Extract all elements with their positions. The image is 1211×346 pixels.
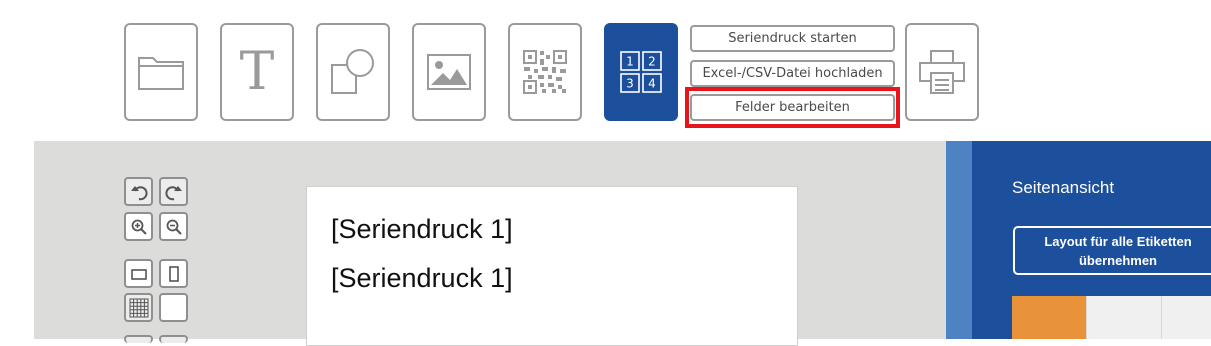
more-tools-button-2[interactable] [159, 335, 188, 343]
upload-csv-button[interactable]: Excel-/CSV-Datei hochladen [690, 60, 895, 87]
image-icon [427, 54, 471, 90]
label-cell[interactable] [1087, 296, 1162, 339]
label-cell[interactable] [1162, 296, 1211, 339]
text-T-icon: T [239, 42, 275, 102]
blank-icon [165, 299, 183, 317]
text-tool-button[interactable]: T [220, 23, 294, 121]
label-cell-selected[interactable] [1012, 296, 1087, 339]
apply-layout-label-line1: Layout für alle Etiketten [1044, 233, 1192, 249]
panel-divider [946, 141, 972, 339]
open-file-button[interactable] [124, 23, 198, 121]
shapes-icon [331, 49, 374, 94]
svg-text:1: 1 [626, 55, 634, 69]
undo-button[interactable] [124, 177, 153, 206]
apply-layout-label-line2: übernehmen [1078, 252, 1157, 268]
portrait-icon [168, 265, 179, 282]
start-serial-print-button[interactable]: Seriendruck starten [690, 25, 895, 52]
serial-field-1[interactable]: [Seriendruck 1] [331, 214, 513, 245]
folder-icon [138, 57, 184, 90]
grid-toggle-button[interactable] [124, 293, 153, 322]
workspace: [Seriendruck 1] [Seriendruck 1] [34, 141, 946, 346]
svg-text:2: 2 [648, 55, 656, 69]
zoom-in-icon [131, 219, 147, 235]
grid-icon [129, 298, 148, 317]
undo-icon [130, 185, 148, 200]
shapes-tool-button[interactable] [316, 23, 390, 121]
svg-text:3: 3 [626, 77, 634, 91]
zoom-in-button[interactable] [124, 212, 153, 241]
landscape-button[interactable] [124, 259, 153, 288]
zoom-out-button[interactable] [159, 212, 188, 241]
printer-icon [919, 50, 965, 94]
svg-text:4: 4 [648, 77, 656, 91]
label-grid-preview [1012, 296, 1211, 339]
qr-code-tool-button[interactable] [508, 23, 582, 121]
serial-print-tool-button[interactable]: 1 2 3 4 [604, 23, 678, 121]
landscape-icon [130, 268, 147, 280]
apply-layout-all-button[interactable]: Layout für alle Etiketten übernehmen [1013, 226, 1211, 275]
highlight-box [685, 87, 900, 128]
redo-button[interactable] [159, 177, 188, 206]
zoom-out-icon [166, 219, 182, 235]
serial-numbers-icon: 1 2 3 4 [620, 51, 662, 93]
serial-field-2[interactable]: [Seriendruck 1] [331, 263, 513, 294]
toolbar: T 1 2 3 4 Seriendruck starten Excel-/CSV… [0, 0, 1211, 141]
print-button[interactable] [905, 23, 979, 121]
image-tool-button[interactable] [412, 23, 486, 121]
more-tools-button[interactable] [124, 335, 153, 343]
page-view-panel: Seitenansicht Layout für alle Etiketten … [972, 141, 1211, 339]
redo-icon [164, 185, 182, 200]
panel-title: Seitenansicht [1012, 178, 1115, 197]
blank-toggle-button[interactable] [159, 293, 188, 322]
portrait-button[interactable] [159, 259, 188, 288]
label-canvas[interactable]: [Seriendruck 1] [Seriendruck 1] [306, 186, 798, 346]
qr-code-icon [523, 50, 567, 94]
